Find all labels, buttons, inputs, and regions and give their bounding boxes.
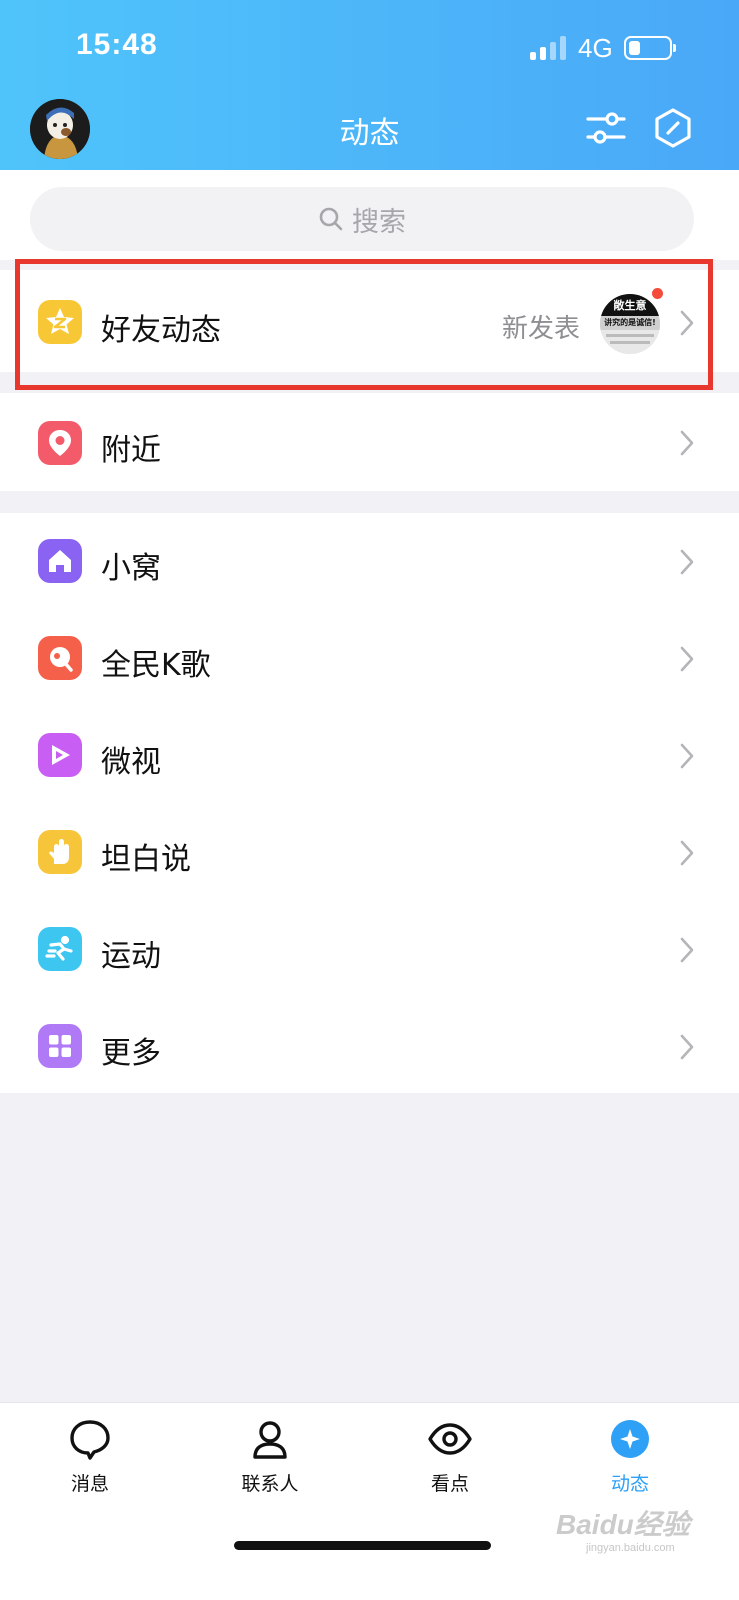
hexagon-settings-icon[interactable] xyxy=(651,106,695,150)
menu-label-weishi: 微视 xyxy=(101,745,161,780)
tab-feed[interactable]: 动态 xyxy=(570,1417,690,1496)
person-icon xyxy=(253,1421,287,1459)
star-planet-icon xyxy=(611,1420,649,1458)
chevron-right-icon xyxy=(680,743,694,769)
menu-row-confess[interactable]: 坦白说 xyxy=(0,804,739,901)
tab-discover[interactable]: 看点 xyxy=(390,1417,510,1496)
running-icon xyxy=(38,927,82,971)
menu-label-nest: 小窝 xyxy=(101,551,161,586)
search-placeholder: 搜索 xyxy=(352,206,406,238)
tab-contacts[interactable]: 联系人 xyxy=(210,1417,330,1496)
chat-bubble-icon xyxy=(70,1420,110,1460)
menu-row-more[interactable]: 更多 xyxy=(0,998,739,1093)
menu-group: 小窝 全民K歌 微视 坦白说 运动 更多 xyxy=(0,513,739,1093)
menu-row-karaoke[interactable]: 全民K歌 xyxy=(0,610,739,707)
bottom-tab-bar: 消息 联系人 看点 动态 xyxy=(0,1402,739,1600)
menu-row-nearby[interactable]: 附近 xyxy=(0,393,739,491)
highlight-box xyxy=(15,259,713,390)
search-input[interactable]: 搜索 xyxy=(30,187,694,251)
hand-icon xyxy=(38,830,82,874)
header-bar: 15:48 4G 动态 xyxy=(0,0,739,170)
menu-row-sports[interactable]: 运动 xyxy=(0,901,739,998)
page-title: 动态 xyxy=(339,116,400,151)
search-section: 搜索 xyxy=(0,170,739,260)
signal-icon xyxy=(530,36,568,60)
chevron-right-icon xyxy=(680,840,694,866)
menu-row-weishi[interactable]: 微视 xyxy=(0,707,739,804)
filter-sliders-icon[interactable] xyxy=(584,106,628,150)
chevron-right-icon xyxy=(680,430,694,456)
chevron-right-icon xyxy=(680,1034,694,1060)
menu-label-karaoke: 全民K歌 xyxy=(101,648,211,683)
battery-icon xyxy=(624,36,676,60)
search-icon xyxy=(319,207,343,231)
play-icon xyxy=(38,733,82,777)
house-icon xyxy=(38,539,82,583)
tab-messages[interactable]: 消息 xyxy=(30,1417,150,1496)
location-pin-icon xyxy=(38,421,82,465)
chevron-right-icon xyxy=(680,937,694,963)
baidu-watermark: Baidu经验 xyxy=(556,1509,690,1540)
tab-label-messages: 消息 xyxy=(70,1473,109,1495)
battery-level xyxy=(629,41,640,55)
menu-label-sports: 运动 xyxy=(101,939,161,974)
network-type: 4G xyxy=(578,33,613,63)
menu-label-more: 更多 xyxy=(101,1036,161,1071)
eye-icon xyxy=(428,1423,472,1455)
menu-label-nearby: 附近 xyxy=(101,433,161,468)
home-indicator[interactable] xyxy=(234,1541,491,1550)
karaoke-icon xyxy=(38,636,82,680)
menu-label-confess: 坦白说 xyxy=(101,842,191,877)
baidu-watermark-url: jingyan.baidu.com xyxy=(586,1542,675,1554)
tab-label-discover: 看点 xyxy=(430,1473,469,1495)
tab-label-contacts: 联系人 xyxy=(241,1473,299,1495)
chevron-right-icon xyxy=(680,549,694,575)
chevron-right-icon xyxy=(680,646,694,672)
status-time: 15:48 xyxy=(76,28,158,61)
grid-icon xyxy=(38,1024,82,1068)
tab-label-feed: 动态 xyxy=(610,1473,649,1495)
menu-row-nest[interactable]: 小窝 xyxy=(0,513,739,610)
